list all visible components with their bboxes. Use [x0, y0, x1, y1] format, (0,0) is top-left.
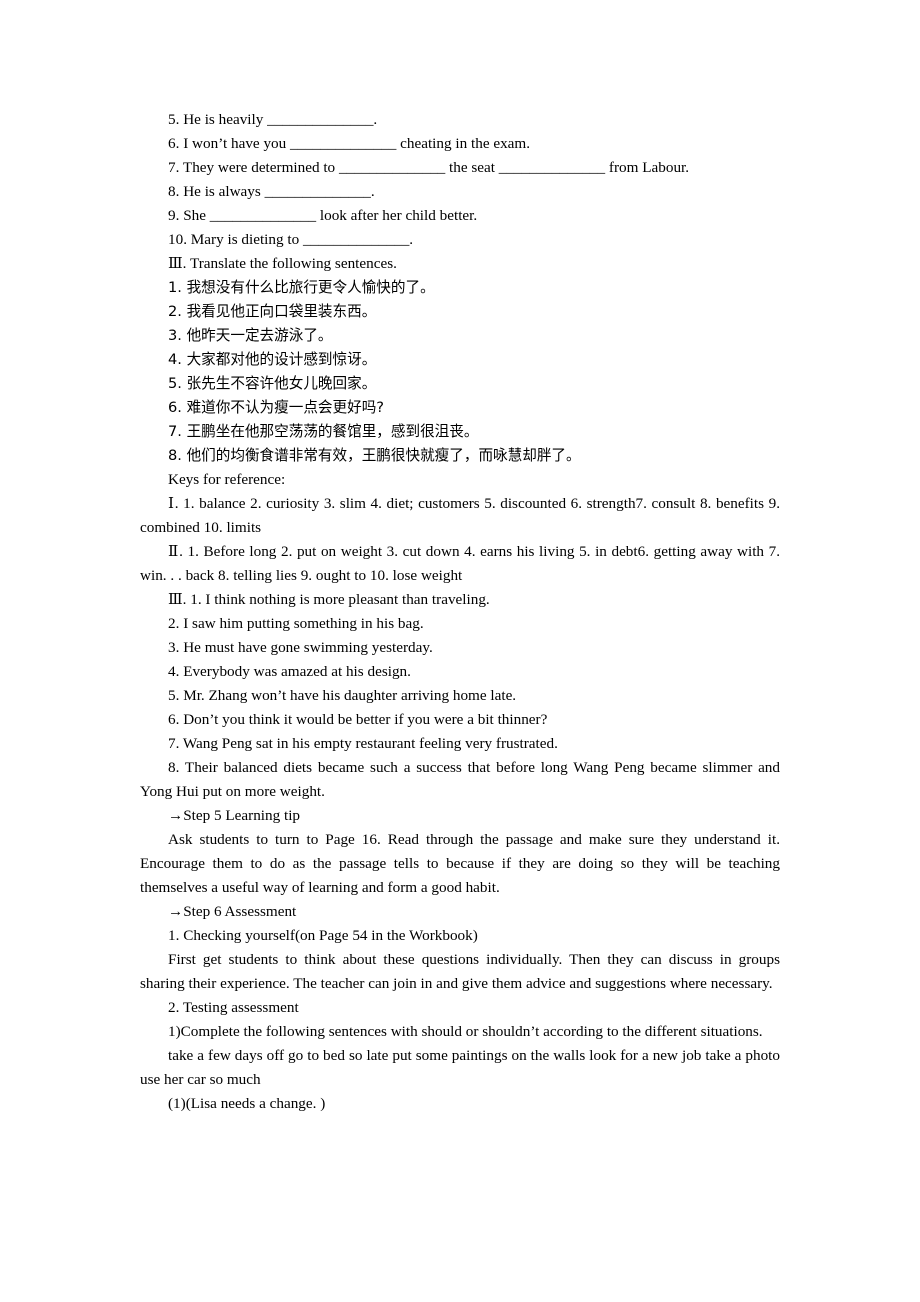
keys-section-i: Ⅰ. 1. balance 2. curiosity 3. slim 4. di…	[140, 495, 780, 536]
translate-item: 3. 他昨天一定去游泳了。	[168, 327, 333, 344]
exercise-item: 9. She ______________ look after her chi…	[168, 207, 478, 224]
keys-heading: Keys for reference:	[168, 471, 286, 488]
keys-section-iii-item: 7. Wang Peng sat in his empty restaurant…	[168, 735, 558, 752]
step6-item2-heading: 2. Testing assessment	[168, 999, 299, 1016]
exercise-item: 10. Mary is dieting to ______________.	[168, 231, 414, 248]
section-iii-heading: Ⅲ. Translate the following sentences.	[168, 255, 397, 272]
keys-section-ii: Ⅱ. 1. Before long 2. put on weight 3. cu…	[140, 543, 780, 584]
exercise-item: 5. He is heavily ______________.	[168, 111, 378, 128]
step6-item2-sub1: 1)Complete the following sentences with …	[168, 1023, 763, 1040]
translate-item: 4. 大家都对他的设计感到惊讶。	[168, 351, 377, 368]
translate-item: 8. 他们的均衡食谱非常有效，王鹏很快就瘦了，而咏慧却胖了。	[168, 447, 581, 464]
question-item: (1)(Lisa needs a change. )	[168, 1095, 326, 1112]
exercise-item: 7. They were determined to _____________…	[168, 159, 690, 176]
exercise-item: 8. He is always ______________.	[168, 183, 375, 200]
word-bank: take a few days off go to bed so late pu…	[140, 1047, 780, 1088]
keys-section-iii-item: 4. Everybody was amazed at his design.	[168, 663, 411, 680]
translate-item: 1. 我想没有什么比旅行更令人愉快的了。	[168, 279, 435, 296]
translate-item: 5. 张先生不容许他女儿晚回家。	[168, 375, 377, 392]
keys-section-iii-item: 5. Mr. Zhang won’t have his daughter arr…	[168, 687, 517, 704]
document-body: 5. He is heavily ______________. 6. I wo…	[140, 108, 780, 1116]
step5-heading: →Step 5 Learning tip	[168, 807, 301, 824]
keys-section-iii-item8: 8. Their balanced diets became such a su…	[140, 759, 780, 800]
document-page: 5. He is heavily ______________. 6. I wo…	[0, 0, 920, 1302]
keys-section-iii-item: 6. Don’t you think it would be better if…	[168, 711, 548, 728]
step5-paragraph: Ask students to turn to Page 16. Read th…	[140, 831, 780, 896]
keys-section-iii-item: 2. I saw him putting something in his ba…	[168, 615, 424, 632]
keys-section-iii-item: 3. He must have gone swimming yesterday.	[168, 639, 433, 656]
step6-item1-paragraph: First get students to think about these …	[140, 951, 780, 992]
step6-heading: →Step 6 Assessment	[168, 903, 297, 920]
translate-item: 2. 我看见他正向口袋里装东西。	[168, 303, 377, 320]
translate-item: 7. 王鹏坐在他那空荡荡的餐馆里，感到很沮丧。	[168, 423, 479, 440]
translate-item: 6. 难道你不认为瘦一点会更好吗?	[168, 399, 385, 416]
step6-item1-heading: 1. Checking yourself(on Page 54 in the W…	[168, 927, 478, 944]
keys-section-iii-item: Ⅲ. 1. I think nothing is more pleasant t…	[168, 591, 490, 608]
exercise-item: 6. I won’t have you ______________ cheat…	[168, 135, 531, 152]
